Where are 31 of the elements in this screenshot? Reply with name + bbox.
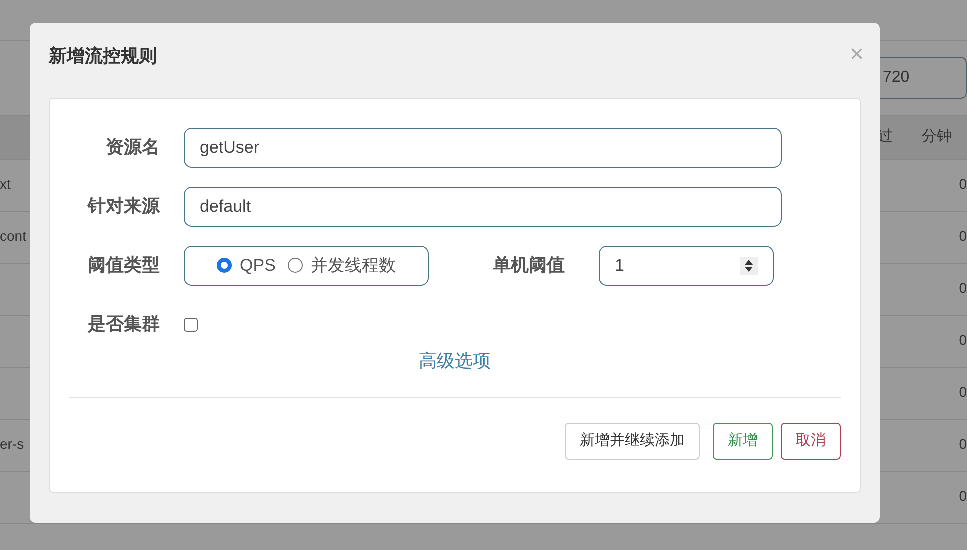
table-cell: xt [0,176,11,192]
text-input[interactable]: getUser [184,128,782,168]
table-cell: 0 [959,332,967,348]
table-cell: 0 [959,488,967,504]
option-label: 并发线程数 [310,254,396,277]
radio-button[interactable] [217,258,232,273]
field-label: 资源名 [105,136,160,159]
field-label: 是否集群 [87,313,160,336]
field-label: 单机阈值 [493,254,565,277]
dialog-button[interactable]: 新增 [713,423,773,460]
dialog-button[interactable]: 取消 [781,423,841,460]
field-label: 阈值类型 [87,254,160,277]
table-cell: 0 [959,228,967,244]
radio-button[interactable] [288,258,303,273]
field-label: 针对来源 [86,195,160,218]
input-value: 1 [615,254,624,277]
advanced-options-link[interactable]: 高级选项 [419,351,491,371]
table-cell: 0 [959,176,967,192]
option-label: QPS [240,254,276,277]
column-header: 分钟 [922,127,953,148]
dialog-button[interactable]: 新增并继续添加 [565,423,700,460]
table-cell: 0 [959,280,967,296]
table-cell: 0 [959,384,967,400]
dialog-title: 新增流控规则 [49,45,157,68]
number-input[interactable]: 1 [599,246,774,286]
text-input[interactable]: default [184,186,782,226]
table-cell: er-s [0,436,24,452]
checkbox[interactable] [184,318,198,332]
spinner-icon[interactable] [740,256,758,274]
table-cell: 0 [959,436,967,452]
table-cell: cont [0,228,26,244]
